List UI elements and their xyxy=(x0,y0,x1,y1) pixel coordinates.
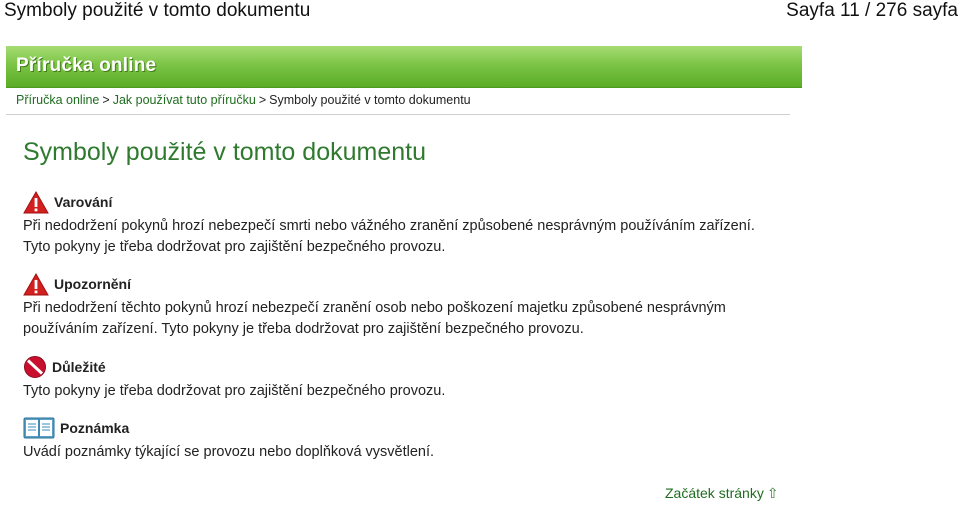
important-icon xyxy=(23,355,47,379)
banner-title: Příručka online xyxy=(16,55,157,76)
warning-label: Varování xyxy=(54,194,113,210)
note-text: Uvádí poznámky týkající se provozu nebo … xyxy=(23,444,435,460)
back-to-top-link[interactable]: Začátek stránky ⇧ xyxy=(665,485,779,502)
caution-icon xyxy=(23,272,49,296)
note-label: Poznámka xyxy=(60,420,130,436)
back-to-top-label: Začátek stránky xyxy=(665,485,764,501)
caution-text: Při nedodržení těchto pokynů hrozí nebez… xyxy=(23,300,726,337)
breadcrumb-link-howto[interactable]: Jak používat tuto příručku xyxy=(113,93,256,107)
breadcrumb-separator: > xyxy=(102,93,110,107)
caution-label: Upozornění xyxy=(54,276,131,292)
breadcrumb-separator: > xyxy=(258,93,267,107)
note-section: Poznámka Uvádí poznámky týkající se prov… xyxy=(23,414,783,463)
note-book-icon xyxy=(23,416,55,440)
warning-text: Při nedodržení pokynů hrozí nebezpečí sm… xyxy=(23,218,755,255)
breadcrumb-divider xyxy=(6,114,790,115)
caution-section: Upozornění Při nedodržení těchto pokynů … xyxy=(23,270,783,340)
warning-icon xyxy=(23,190,49,214)
breadcrumb: Příručka online > Jak používat tuto příruč… xyxy=(16,93,471,107)
important-section: Důležité Tyto pokyny je třeba dodržovat … xyxy=(23,353,783,402)
breadcrumb-link-home[interactable]: Příručka online xyxy=(16,93,99,107)
breadcrumb-current: Symboly použité v tomto dokumentu xyxy=(269,93,471,107)
manual-banner: Příručka online xyxy=(6,46,802,88)
page-indicator: Sayfa 11 / 276 sayfa xyxy=(786,0,958,21)
document-title: Symboly použité v tomto dokumentu xyxy=(4,0,311,21)
important-label: Důležité xyxy=(52,359,106,375)
up-arrow-icon: ⇧ xyxy=(766,485,779,501)
important-text: Tyto pokyny je třeba dodržovat pro zajiš… xyxy=(23,383,446,399)
page-heading: Symboly použité v tomto dokumentu xyxy=(23,138,426,166)
warning-section: Varování Při nedodržení pokynů hrozí neb… xyxy=(23,188,783,258)
